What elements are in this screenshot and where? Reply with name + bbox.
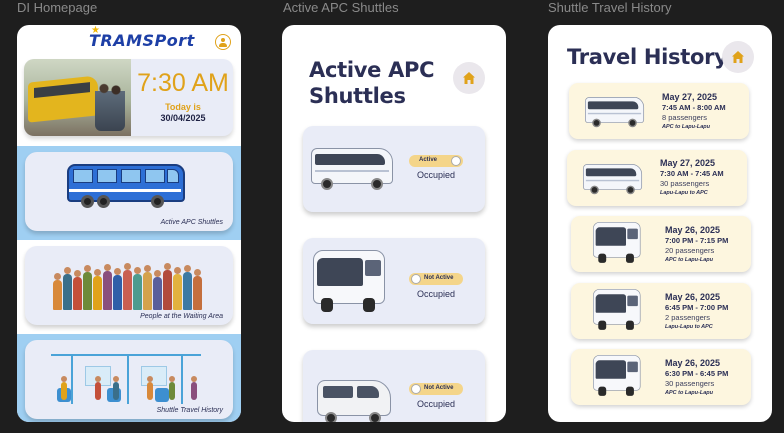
trip-time: 7:30 AM - 7:45 AM	[660, 169, 724, 178]
travel-history-screen: Travel History May 27, 2025 7:45 AM - 8:…	[548, 25, 772, 422]
city-bus-image	[593, 222, 641, 263]
shuttle-interior-illustration	[51, 354, 201, 404]
current-date: 30/04/2025	[160, 113, 206, 123]
coach-bus-image	[585, 97, 645, 129]
van-image	[317, 372, 391, 422]
trip-route: APC to Lapu-Lapu	[662, 124, 710, 130]
shuttle-card[interactable]: Not Active Occupied	[303, 238, 485, 324]
trip-passengers: 30 passengers	[660, 179, 710, 188]
nav-panel-active-shuttles[interactable]: Active APC Shuttles	[17, 146, 241, 240]
trip-passengers: 30 passengers	[665, 379, 715, 388]
waiting-area-card[interactable]: People at the Waiting Area	[25, 246, 233, 325]
status-label: Active	[419, 156, 438, 163]
school-bus-image	[28, 75, 98, 123]
trip-time: 6:30 PM - 6:45 PM	[665, 369, 729, 378]
trip-time: 7:45 AM - 8:00 AM	[662, 103, 726, 112]
trip-date: May 26, 2025	[665, 292, 721, 302]
travel-history-caption: Shuttle Travel History	[156, 407, 223, 414]
school-bus-photo	[24, 59, 131, 136]
waiting-area-caption: People at the Waiting Area	[140, 313, 223, 320]
trip-date: May 26, 2025	[665, 358, 721, 368]
occupancy-text: Occupied	[416, 399, 456, 409]
logo-text: TRAMSPort	[89, 31, 195, 50]
trip-time: 6:45 PM - 7:00 PM	[665, 303, 729, 312]
active-shuttles-caption: Active APC Shuttles	[160, 219, 223, 226]
status-toggle[interactable]: Not Active	[409, 383, 463, 395]
user-profile-icon[interactable]	[215, 34, 231, 50]
trip-route: Lapu-Lapu to APC	[660, 190, 708, 196]
coach-bus-image	[311, 148, 393, 192]
students-image	[95, 81, 125, 131]
logo-star-icon: ★	[91, 25, 101, 36]
city-bus-image	[593, 289, 641, 330]
page-title-line1: Active APC	[309, 58, 435, 82]
page-title: Travel History	[567, 45, 728, 69]
status-label: Not Active	[424, 384, 454, 391]
crowd-illustration	[51, 256, 203, 310]
active-shuttles-card[interactable]: Active APC Shuttles	[25, 152, 233, 231]
shuttle-card[interactable]: Active Occupied	[303, 126, 485, 212]
app-logo: ★ TRAMSPort	[89, 25, 195, 50]
home-icon	[463, 72, 475, 84]
city-bus-image	[313, 250, 385, 312]
nav-panel-waiting-area[interactable]: People at the Waiting Area	[17, 240, 241, 334]
frame-label-history: Shuttle Travel History	[548, 0, 672, 15]
status-toggle[interactable]: Not Active	[409, 273, 463, 285]
trip-passengers: 8 passengers	[662, 113, 708, 122]
trip-card[interactable]: May 27, 2025 7:45 AM - 8:00 AM 8 passeng…	[569, 83, 749, 139]
occupancy-text: Occupied	[416, 170, 456, 180]
active-shuttles-screen: Active APC Shuttles Active Occupied Not …	[282, 25, 506, 422]
home-button[interactable]	[453, 62, 485, 94]
toggle-knob	[411, 384, 421, 394]
travel-history-card[interactable]: Shuttle Travel History	[25, 340, 233, 419]
trip-passengers: 20 passengers	[665, 246, 715, 255]
trip-route: APC to Lapu-Lapu	[665, 390, 713, 396]
city-bus-image	[593, 355, 641, 396]
trip-date: May 26, 2025	[665, 225, 721, 235]
trip-date: May 27, 2025	[662, 92, 718, 102]
status-label: Not Active	[424, 274, 454, 281]
page-title-line2: Shuttles	[309, 84, 406, 108]
trip-passengers: 2 passengers	[665, 313, 711, 322]
trip-card[interactable]: May 26, 2025 7:00 PM - 7:15 PM 20 passen…	[571, 216, 751, 272]
time-card: 7:30 AM Today is 30/04/2025	[24, 59, 233, 136]
shuttle-card[interactable]: Not Active Occupied	[303, 350, 485, 422]
toggle-knob	[451, 156, 461, 166]
frame-label-home: DI Homepage	[17, 0, 98, 15]
coach-bus-image	[583, 164, 643, 196]
trip-card[interactable]: May 27, 2025 7:30 AM - 7:45 AM 30 passen…	[567, 150, 747, 206]
app-header: ★ TRAMSPort	[17, 25, 241, 59]
trip-route: APC to Lapu-Lapu	[665, 257, 713, 263]
trip-date: May 27, 2025	[660, 158, 716, 168]
nav-panel-travel-history[interactable]: Shuttle Travel History	[17, 334, 241, 422]
current-time: 7:30 AM	[137, 69, 229, 97]
home-icon	[732, 51, 744, 63]
homepage-screen: ★ TRAMSPort 7:30 AM Today is 30/04/2025	[17, 25, 241, 422]
home-button[interactable]	[722, 41, 754, 73]
blue-bus-icon	[67, 164, 185, 208]
page-title: Active APC Shuttles	[309, 57, 435, 109]
frame-label-shuttles: Active APC Shuttles	[283, 0, 399, 15]
trip-time: 7:00 PM - 7:15 PM	[665, 236, 729, 245]
trip-route: Lapu-Lapu to APC	[665, 324, 713, 330]
toggle-knob	[411, 274, 421, 284]
status-toggle[interactable]: Active	[409, 155, 463, 167]
trip-card[interactable]: May 26, 2025 6:30 PM - 6:45 PM 30 passen…	[571, 349, 751, 405]
trip-card[interactable]: May 26, 2025 6:45 PM - 7:00 PM 2 passeng…	[571, 283, 751, 339]
today-label: Today is	[165, 102, 201, 112]
occupancy-text: Occupied	[416, 289, 456, 299]
